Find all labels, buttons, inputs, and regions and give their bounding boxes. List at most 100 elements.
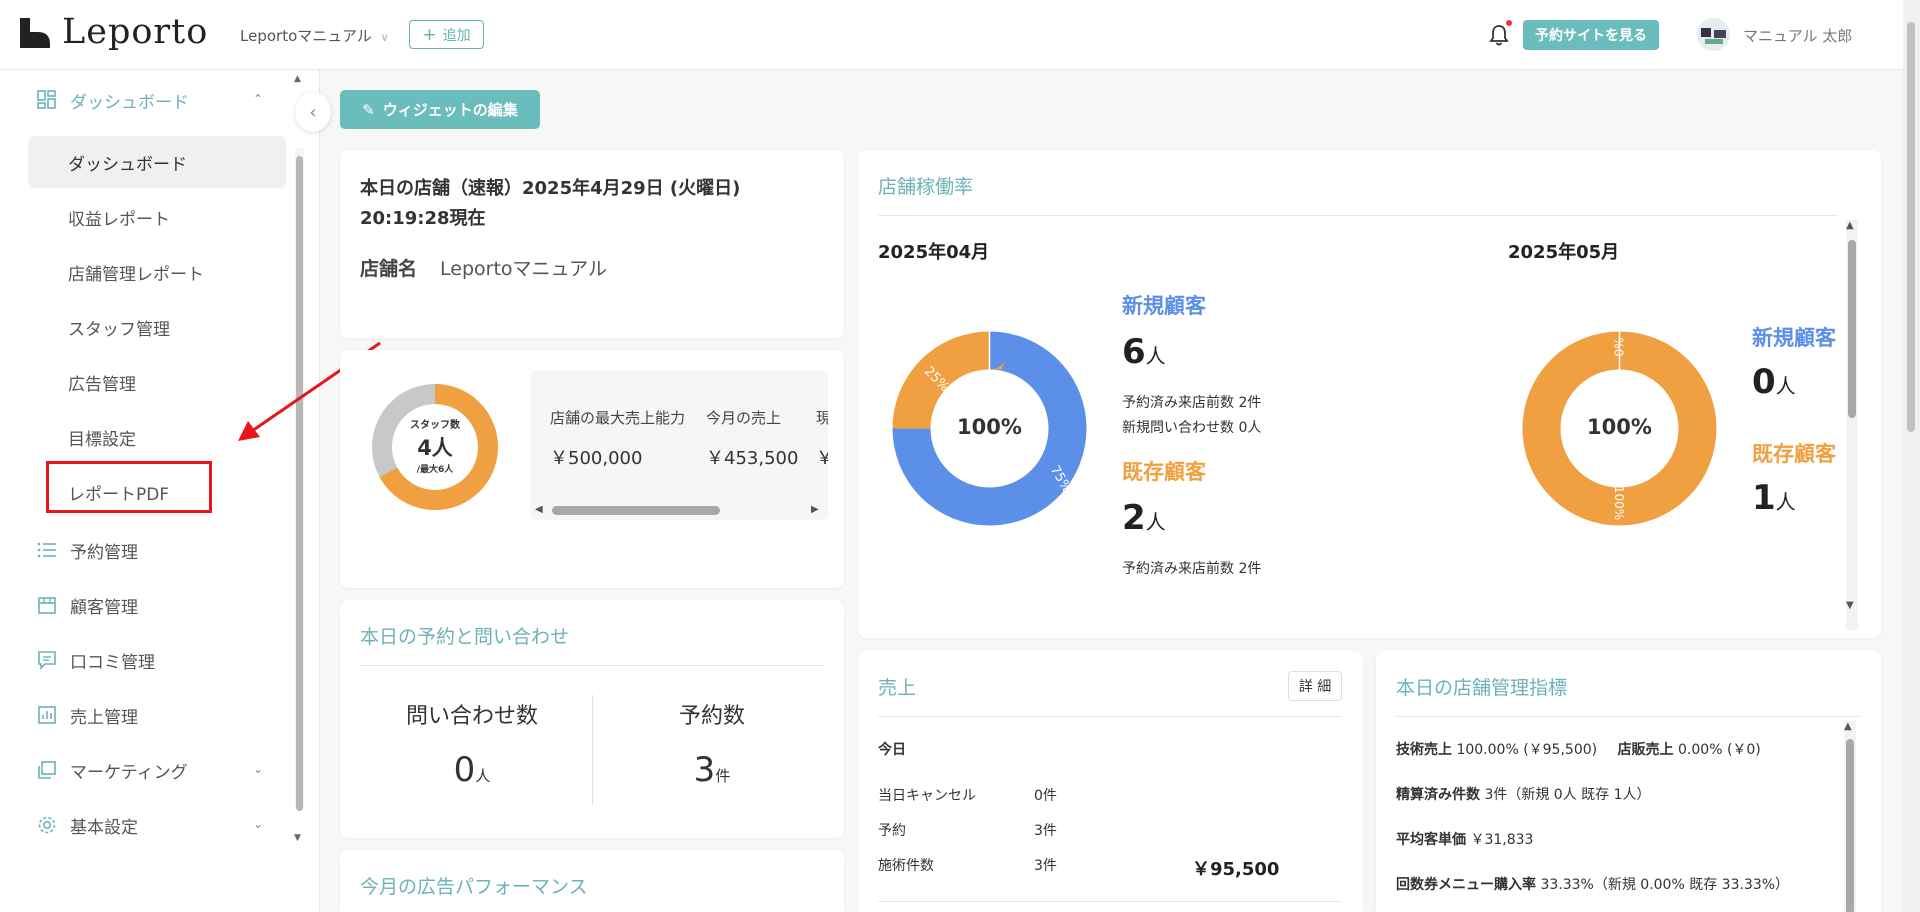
sidebar-sub-dashboard[interactable]: ダッシュボード: [68, 150, 187, 175]
sidebar-item-label: 顧客管理: [70, 597, 138, 618]
scroll-up-arrow-icon[interactable]: ▲: [294, 74, 301, 84]
current-label: 現: [816, 409, 828, 427]
edit-widget-button[interactable]: ✎ ウィジェットの編集: [340, 90, 540, 129]
sidebar-item-dashboard[interactable]: ダッシュボード: [36, 85, 189, 115]
scroll-up-arrow-icon[interactable]: ▲: [1844, 721, 1852, 732]
sidebar-item-label: 売上管理: [70, 707, 138, 728]
metrics-title: 本日の店舗管理指標: [1396, 677, 1568, 699]
add-button[interactable]: + 追加: [409, 20, 484, 49]
sales-row-label: 施術件数: [878, 858, 934, 874]
chevron-left-icon: ‹: [309, 101, 317, 123]
view-reservation-site-button[interactable]: 予約サイトを見る: [1523, 20, 1659, 50]
divider: [360, 665, 824, 666]
staff-donut-label: スタッフ数: [410, 420, 460, 431]
sidebar-item-reviews[interactable]: 口コミ管理: [36, 645, 155, 675]
sidebar-item-label: 予約管理: [70, 542, 138, 563]
today-store-card: 本日の店舗（速報）2025年4月29日 (火曜日) 20:19:28現在 店舗名…: [340, 150, 844, 338]
sales-row-label: 予約: [878, 823, 906, 839]
month-2-slice-existing-label: 100%: [1612, 485, 1627, 521]
month-sales-value: ￥453,500: [706, 448, 799, 469]
sidebar-sub-revenue-report[interactable]: 収益レポート: [68, 205, 170, 230]
sidebar-sub-ads[interactable]: 広告管理: [68, 370, 136, 395]
bell-icon[interactable]: [1488, 23, 1510, 47]
metric-value: ￥31,833: [1470, 832, 1534, 848]
sidebar-scrollbar-thumb[interactable]: [296, 156, 303, 811]
comment-icon: [38, 651, 56, 670]
edit-widget-label: ウィジェットの編集: [382, 101, 518, 119]
occupancy-title: 店舗稼働率: [878, 176, 974, 198]
unit: 人: [1145, 510, 1166, 534]
metric-row-4: 回数券メニュー購入率 33.33%（新規 0.00% 既存 33.33%）: [1396, 874, 1789, 894]
current-value: ￥: [816, 448, 828, 469]
sidebar-sub-store-report[interactable]: 店舗管理レポート: [68, 260, 204, 285]
month-1-existing: 2人: [1122, 498, 1166, 538]
sales-detail-button[interactable]: 詳 細: [1288, 671, 1342, 701]
store-selector-label: Leportoマニュアル: [240, 27, 372, 45]
unit: 人: [1145, 344, 1166, 368]
month-1-label: 2025年04月: [878, 242, 990, 263]
add-button-label: 追加: [442, 27, 471, 44]
sidebar-item-reservations[interactable]: 予約管理: [36, 535, 138, 565]
month-1-new-value: 6: [1122, 332, 1146, 372]
scroll-down-arrow-icon[interactable]: ▼: [294, 833, 301, 843]
avatar[interactable]: [1697, 18, 1730, 51]
sidebar-sub-goals[interactable]: 目標設定: [68, 425, 136, 450]
max-capacity-label: 店舗の最大売上能力: [550, 409, 686, 427]
inquiry-card-title: 本日の予約と問い合わせ: [360, 626, 570, 648]
sales-row-value: 3件: [1034, 823, 1057, 839]
sidebar-item-settings[interactable]: 基本設定: [36, 810, 138, 840]
list-icon: [37, 542, 56, 558]
occupancy-scrollbar-thumb[interactable]: [1848, 240, 1856, 418]
inquiry-count-label: 問い合わせ数: [405, 704, 538, 729]
month-1-new-note-2: 新規問い合わせ数 0人: [1122, 420, 1262, 436]
month-1-existing-value: 2: [1122, 498, 1146, 538]
scroll-right-arrow-icon[interactable]: ▶: [811, 504, 819, 515]
notification-dot: [1506, 20, 1512, 26]
chevron-down-icon[interactable]: ⌄: [253, 817, 263, 831]
divider: [878, 716, 1342, 717]
chevron-up-icon[interactable]: ⌃: [253, 92, 263, 106]
reservation-count-unit: 件: [715, 767, 731, 785]
sidebar-sub-staff[interactable]: スタッフ管理: [68, 315, 170, 340]
user-name[interactable]: マニュアル 太郎: [1743, 25, 1852, 46]
metric-value: 33.33%（新規 0.00% 既存 33.33%）: [1540, 877, 1790, 893]
month-2-label: 2025年05月: [1508, 242, 1620, 263]
reservation-count-label: 予約数: [678, 704, 745, 729]
scroll-down-arrow-icon[interactable]: ▼: [1846, 600, 1854, 611]
divider: [592, 695, 593, 805]
month-1-new-label: 新規顧客: [1122, 294, 1206, 318]
staff-donut-value: 4人: [417, 436, 453, 460]
divider: [878, 901, 1342, 902]
inquiry-count: 0人: [380, 750, 564, 790]
sidebar-item-customers[interactable]: 顧客管理: [36, 590, 138, 620]
month-sales-label: 今月の売上: [706, 409, 782, 427]
sidebar-collapse-button[interactable]: ‹: [295, 92, 331, 132]
inquiry-count-unit: 人: [475, 767, 491, 785]
month-2-new-value: 0: [1752, 362, 1776, 402]
store-selector[interactable]: Leportoマニュアル ∨: [240, 25, 389, 46]
staff-donut-sub: /最大6人: [416, 465, 454, 475]
pencil-icon: ✎: [362, 100, 375, 119]
staff-card: スタッフ数 4人 /最大6人 店舗の最大売上能力 ￥500,000 今月の売上 …: [340, 350, 844, 588]
max-capacity-value: ￥500,000: [550, 448, 643, 469]
ad-card-title: 今月の広告パフォーマンス: [360, 876, 588, 898]
sidebar-item-marketing[interactable]: マーケティング: [36, 755, 188, 785]
sidebar-item-sales[interactable]: 売上管理: [36, 700, 138, 730]
metrics-scrollbar-thumb[interactable]: [1846, 739, 1854, 912]
avatar-image: [1697, 18, 1730, 51]
metric-row-3: 平均客単価 ￥31,833: [1396, 829, 1533, 849]
store-icon: [38, 597, 56, 614]
today-timestamp: 20:19:28現在: [360, 208, 486, 229]
unit: 人: [1775, 490, 1796, 514]
scroll-left-arrow-icon[interactable]: ◀: [535, 504, 543, 515]
horizontal-scrollbar-thumb[interactable]: [552, 506, 720, 515]
logo-text[interactable]: Leporto: [62, 12, 208, 52]
inquiry-card: 本日の予約と問い合わせ 問い合わせ数 0人 予約数 3件: [340, 600, 844, 838]
chevron-down-icon[interactable]: ⌄: [253, 762, 263, 776]
month-1-new-note-1: 予約済み来店前数 2件: [1122, 395, 1262, 411]
page-scrollbar-thumb[interactable]: [1907, 22, 1915, 432]
month-2-existing-label: 既存顧客: [1752, 442, 1836, 466]
month-1-existing-label: 既存顧客: [1122, 460, 1206, 484]
month-1-center: 100%: [957, 415, 1022, 439]
scroll-up-arrow-icon[interactable]: ▲: [1846, 220, 1854, 231]
